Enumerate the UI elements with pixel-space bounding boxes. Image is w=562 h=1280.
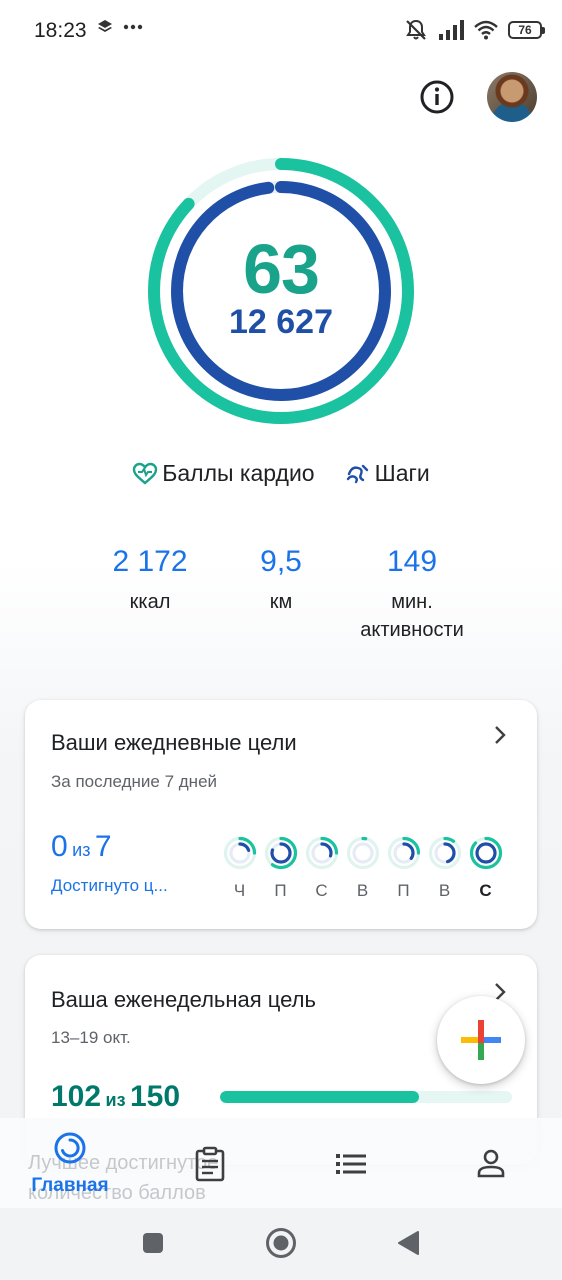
daily-stats: 2 172 ккал 9,5 км 149 мин. активности <box>0 542 562 652</box>
avatar[interactable] <box>487 72 537 122</box>
recents-icon[interactable] <box>142 1232 164 1254</box>
day-label: П <box>274 881 287 900</box>
day-label: В <box>356 881 369 900</box>
stat-label-line2: активности <box>360 619 464 641</box>
mute-icon <box>406 19 426 40</box>
weekly-progress-bar <box>220 1091 512 1103</box>
rings-legend: Баллы кардио Шаги <box>0 460 562 487</box>
ring-center: 63 12 627 <box>145 230 417 340</box>
daily-goals-card[interactable]: Ваши ежедневные цели За последние 7 дней… <box>25 700 537 929</box>
card-title: Ваша еженедельная цель <box>51 987 316 1012</box>
day-ring: Ч <box>221 836 258 901</box>
layers-icon <box>98 20 112 32</box>
battery-level: 76 <box>518 23 532 37</box>
card-title: Ваши ежедневные цели <box>51 730 297 755</box>
steps-icon <box>346 464 368 483</box>
browse-icon <box>336 1154 366 1174</box>
weekly-target: 150 <box>129 1080 181 1113</box>
profile-icon <box>477 1149 505 1178</box>
card-subtitle: 13–19 окт. <box>51 1028 131 1047</box>
day-ring: П <box>385 836 422 901</box>
stat-value: 149 <box>386 545 438 578</box>
day-steps-arc <box>474 842 497 864</box>
day-ring-graphic <box>469 836 502 870</box>
weekly-current: 102 <box>51 1080 102 1113</box>
day-label: П <box>397 881 410 900</box>
wifi-icon <box>474 20 498 40</box>
day-ring-track <box>351 842 374 864</box>
nav-home[interactable]: Главная <box>15 1118 125 1208</box>
day-ring: С <box>467 836 504 901</box>
day-ring-graphic <box>264 836 297 870</box>
battery-icon: 76 <box>508 21 545 39</box>
system-nav-bar <box>0 1208 562 1280</box>
nav-browse[interactable] <box>296 1118 406 1208</box>
legend-steps-label: Шаги <box>374 460 430 486</box>
day-ring-graphic <box>428 836 461 870</box>
day-ring: П <box>262 836 299 901</box>
plus-icon <box>461 1020 501 1060</box>
more-dots-icon <box>123 24 143 30</box>
stat-active-minutes: 149 мин. активности <box>332 542 492 644</box>
bottom-nav: Лучшее достигнутое количество баллов Гла… <box>0 1118 562 1208</box>
day-label: Ч <box>233 881 246 900</box>
weekly-goal-count: 102 из 150 <box>51 1080 180 1114</box>
nav-journal[interactable] <box>155 1118 265 1208</box>
back-icon[interactable] <box>396 1230 420 1256</box>
daily-goals-count: 0 из 7 <box>51 830 112 864</box>
info-icon[interactable] <box>419 79 455 115</box>
cardio-points-value: 63 <box>243 230 320 308</box>
add-activity-button[interactable] <box>437 996 525 1084</box>
legend-cardio: Баллы кардио <box>132 460 315 487</box>
day-ring-graphic <box>305 836 338 870</box>
chevron-right-icon[interactable] <box>493 724 507 753</box>
day-ring-graphic <box>223 836 256 870</box>
signal-icon <box>439 20 464 40</box>
legend-cardio-label: Баллы кардио <box>162 460 315 486</box>
day-label: С <box>315 881 328 900</box>
day-ring: С <box>303 836 340 901</box>
day-ring: В <box>344 836 381 901</box>
nav-profile[interactable] <box>436 1118 546 1208</box>
day-label: В <box>438 881 451 900</box>
legend-steps: Шаги <box>345 460 430 487</box>
weekly-progress-fill <box>220 1091 419 1103</box>
goals-total: 7 <box>94 830 112 863</box>
nav-home-label: Главная <box>31 1175 109 1196</box>
of-word: из <box>72 840 91 860</box>
status-time: 18:23 <box>34 19 87 42</box>
day-label: С <box>479 881 492 900</box>
home-icon <box>54 1132 86 1164</box>
goals-achieved: 0 <box>51 830 68 863</box>
card-subtitle: За последние 7 дней <box>51 772 218 791</box>
day-ring: В <box>426 836 463 901</box>
day-ring-graphic <box>346 836 379 870</box>
status-bar: 18:23 76 <box>0 0 562 60</box>
heart-icon <box>133 462 158 485</box>
stat-label-line1: мин. <box>391 591 433 613</box>
journal-icon <box>195 1146 225 1182</box>
of-word: из <box>105 1090 126 1110</box>
home-button-icon[interactable] <box>265 1227 297 1259</box>
steps-value: 12 627 <box>229 303 333 341</box>
goals-achieved-link[interactable]: Достигнуто ц... <box>51 876 168 896</box>
day-ring-graphic <box>387 836 420 870</box>
week-day-rings: ЧПСВПВС <box>221 836 504 901</box>
